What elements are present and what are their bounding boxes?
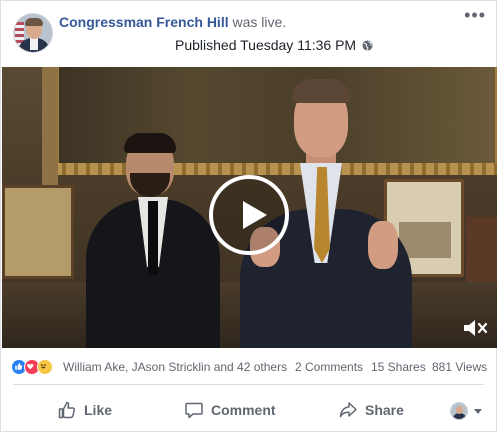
thumbs-up-icon [58,401,76,419]
comments-count[interactable]: 2 Comments [295,360,363,374]
speaker-muted-icon[interactable] [461,316,489,340]
shares-count[interactable]: 15 Shares [371,360,426,374]
engagement-stats: William Ake, JAson Stricklin and 42 othe… [2,356,497,378]
actions-divider [13,384,484,385]
post-actions: Like Comment Share [2,389,497,429]
share-button[interactable]: Share [338,397,404,423]
comment-button-label: Comment [211,402,276,418]
react-as-selector[interactable] [450,402,482,420]
author-avatar[interactable] [13,13,53,53]
avatar-hair [25,18,43,26]
live-status-text: was live. [232,14,287,30]
share-arrow-icon [339,402,357,418]
video-scene-painting [54,67,497,175]
play-button[interactable] [209,175,289,255]
avatar-shirt [30,38,38,50]
comment-button[interactable]: Comment [184,397,276,423]
post-card: Congressman French Hill was live. Publis… [0,0,497,432]
like-button[interactable]: Like [57,397,112,423]
person-right-right-hand [368,221,398,269]
more-options-icon[interactable]: ••• [464,6,486,24]
share-button-label: Share [365,402,404,418]
chevron-down-icon [474,408,482,414]
person-left-tie [148,201,158,275]
comment-bubble-icon [185,402,203,419]
video-scene-pillar [42,67,58,192]
video-scene-left-plaque [2,185,74,279]
play-icon [243,201,267,229]
reactors-text[interactable]: William Ake, JAson Stricklin and 42 othe… [63,360,287,374]
haha-reaction-icon [37,359,53,375]
react-as-avatar-face [456,406,463,414]
person-right-hair [292,79,350,103]
globe-icon [362,39,373,51]
video-scene-frieze [54,163,497,175]
react-as-avatar-suit [453,413,466,419]
like-button-label: Like [84,402,113,418]
views-count: 881 Views [432,360,488,374]
post-title-line: Congressman French Hill was live. [59,14,286,30]
post-meta: Published Tuesday 11:36 PM [175,37,373,53]
video-player[interactable] [2,67,497,348]
react-as-avatar [450,402,468,420]
person-left-hair [124,133,176,153]
post-header: Congressman French Hill was live. Publis… [1,1,496,67]
reaction-icons[interactable] [11,359,57,375]
author-name-link[interactable]: Congressman French Hill [59,14,229,30]
published-timestamp[interactable]: Published Tuesday 11:36 PM [175,37,356,53]
